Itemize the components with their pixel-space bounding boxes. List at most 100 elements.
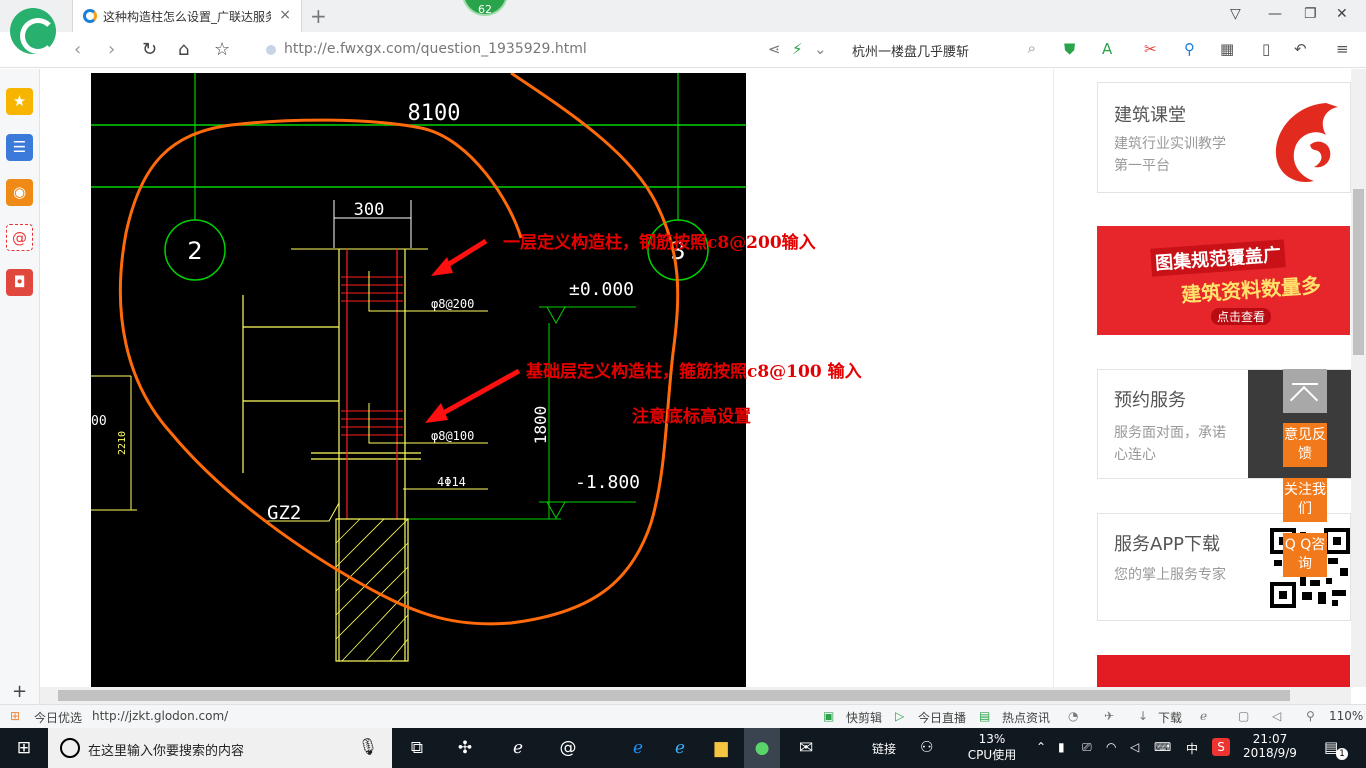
find-icon[interactable]: ⚲ <box>1184 40 1195 58</box>
weibo-icon[interactable]: ◉ <box>6 179 33 206</box>
speedup-icon[interactable]: ◔ <box>1068 709 1078 723</box>
browser-logo-icon[interactable] <box>10 8 56 54</box>
download-icon[interactable]: ↓ <box>1138 709 1148 723</box>
mode-dropdown-icon[interactable]: ⌄ <box>814 40 827 58</box>
edge-icon[interactable]: ℯ <box>625 735 651 761</box>
pin-icon[interactable]: ✈ <box>1104 709 1114 723</box>
live-link[interactable]: 今日直播 <box>918 709 966 726</box>
booking-description: 服务面对面，承诺心连心 <box>1114 425 1226 463</box>
network-icon[interactable]: ⎚ <box>1082 740 1092 755</box>
reader-icon[interactable]: ▯ <box>1262 40 1270 58</box>
email-icon[interactable]: @ <box>6 224 33 251</box>
level-marker <box>546 306 566 325</box>
qq-consult-button[interactable]: Q Q咨询 <box>1283 533 1327 577</box>
wifi-icon[interactable]: ◠ <box>1106 740 1116 754</box>
favorites-star-icon[interactable]: ★ <box>6 88 33 115</box>
annotation-loop <box>118 73 680 626</box>
download-link[interactable]: 下载 <box>1158 709 1182 726</box>
show-hidden-icons-icon[interactable]: ⌃ <box>1036 740 1046 754</box>
clock-date: 2018/9/9 <box>1243 746 1297 760</box>
vertical-scrollbar[interactable] <box>1351 69 1366 687</box>
add-sidebar-button[interactable]: + <box>12 681 27 702</box>
quick-clip-link[interactable]: 快剪辑 <box>846 709 882 726</box>
restore-button[interactable]: ❐ <box>1304 6 1317 22</box>
notification-badge[interactable]: 62 <box>462 0 508 16</box>
speed-mode-icon[interactable]: ⚡ <box>792 40 803 58</box>
home-icon[interactable]: ⌂ <box>178 39 189 60</box>
rebar-main-label: 4Φ14 <box>437 475 466 489</box>
forward-icon[interactable]: › <box>108 39 115 60</box>
follow-us-button[interactable]: 关注我们 <box>1283 478 1327 522</box>
file-explorer-icon[interactable]: ▆ <box>708 735 734 761</box>
gift-icon[interactable]: ⊞ <box>10 709 20 723</box>
tab-close-button[interactable]: × <box>279 7 291 23</box>
mail-icon[interactable]: ✉ <box>793 735 819 761</box>
pinwheel-app-icon[interactable]: ✣ <box>452 735 478 761</box>
course-card[interactable]: 建筑课堂 建筑行业实训教学第一平台 <box>1097 82 1351 193</box>
close-window-button[interactable]: ✕ <box>1336 6 1348 22</box>
daily-picks-link[interactable]: 今日优选 <box>34 709 82 726</box>
keyboard-icon[interactable]: ⌨ <box>1154 740 1171 754</box>
task-view-icon[interactable]: ⧉ <box>404 735 430 761</box>
translate-icon[interactable]: A <box>1102 40 1112 58</box>
status-bar: ⊞ 今日优选 http://jzkt.glodon.com/ ▣ 快剪辑 ▷ 今… <box>0 704 1366 728</box>
quick-clip-icon[interactable]: ▣ <box>823 709 834 723</box>
window-icon[interactable]: ▢ <box>1238 709 1249 723</box>
shield-icon[interactable]: ⛊ <box>1064 40 1075 58</box>
browser-tab[interactable]: 这种构造柱怎么设置_广联达服务 × <box>72 0 302 32</box>
horizontal-scroll-thumb[interactable] <box>58 690 1290 701</box>
minimize-button[interactable]: — <box>1268 6 1282 22</box>
app-description: 您的掌上服务专家 <box>1114 567 1226 583</box>
hot-news-icon[interactable]: ▤ <box>979 709 990 723</box>
sogou-icon[interactable]: S <box>1212 738 1230 756</box>
menu-icon[interactable]: ≡ <box>1336 40 1349 58</box>
hot-news-link[interactable]: 热点资讯 <box>1002 709 1050 726</box>
back-to-top-button[interactable] <box>1283 369 1327 413</box>
microphone-icon[interactable]: 🎙 <box>358 737 378 756</box>
windows-search-box[interactable]: 在这里输入你要搜索的内容 🎙 <box>48 728 392 768</box>
apps-grid-icon[interactable]: ▦ <box>1220 40 1234 58</box>
new-tab-button[interactable]: + <box>310 4 327 28</box>
skin-icon[interactable]: ▽ <box>1230 6 1241 22</box>
vertical-scroll-thumb[interactable] <box>1353 189 1364 355</box>
undo-icon[interactable]: ↶ <box>1294 40 1307 58</box>
lower-annotation-text: 基础层定义构造柱，箍筋按照c8@100 输入 <box>526 362 862 382</box>
share-icon[interactable]: ⋖ <box>768 40 781 58</box>
people-icon[interactable]: ⚇ <box>920 738 933 756</box>
game-icon[interactable]: ◘ <box>6 269 33 296</box>
360-browser-active-icon[interactable]: ● <box>744 728 780 768</box>
cpu-widget[interactable]: 13% CPU使用 <box>964 732 1020 763</box>
links-toolbar[interactable]: 链接 <box>872 740 896 757</box>
banner-view-button[interactable]: 点击查看 <box>1211 308 1272 325</box>
battery-icon[interactable]: ▮ <box>1058 740 1065 754</box>
clock-time: 21:07 <box>1252 732 1288 746</box>
atlas-banner[interactable]: 图集规范覆盖广 建筑资料数量多 点击查看 <box>1097 226 1350 335</box>
reload-icon[interactable]: ↻ <box>142 39 157 60</box>
back-icon[interactable]: ‹ <box>74 39 81 60</box>
ie-icon[interactable]: ℯ <box>667 735 693 761</box>
horizontal-scrollbar[interactable] <box>40 687 1351 704</box>
search-box[interactable]: 杭州一楼盘几乎腰斩 ⌕ <box>844 38 1040 62</box>
news-feed-icon[interactable]: ☰ <box>6 134 33 161</box>
windows-start-icon[interactable]: ⊞ <box>11 735 37 761</box>
bottom-red-banner[interactable] <box>1097 655 1350 687</box>
clock[interactable]: 21:07 2018/9/9 <box>1238 732 1302 760</box>
volume-tray-icon[interactable]: ◁ <box>1130 740 1139 754</box>
browser-e-icon[interactable]: ℯ <box>505 735 531 761</box>
notification-count: 1 <box>1336 748 1348 760</box>
search-icon[interactable]: ⌕ <box>1028 39 1036 57</box>
live-icon[interactable]: ▷ <box>895 709 904 723</box>
annotation-arrow <box>434 368 521 420</box>
screenshot-scissors-icon[interactable]: ✂ <box>1144 40 1157 58</box>
level-marker <box>546 501 566 520</box>
feedback-button[interactable]: 意见反馈 <box>1283 423 1327 467</box>
site-info-icon[interactable] <box>266 45 276 55</box>
bookmark-star-icon[interactable]: ☆ <box>214 39 230 60</box>
zoom-icon[interactable]: ⚲ <box>1306 709 1315 723</box>
address-bar[interactable]: http://e.fwxgx.com/question_1935929.html <box>262 39 752 61</box>
ie-mode-icon[interactable]: ℯ <box>1200 709 1207 723</box>
zoom-level[interactable]: 110% <box>1329 709 1363 723</box>
spiral-app-icon[interactable]: @ <box>555 735 581 761</box>
ime-indicator[interactable]: 中 <box>1186 740 1198 757</box>
volume-icon[interactable]: ◁ <box>1272 709 1281 723</box>
